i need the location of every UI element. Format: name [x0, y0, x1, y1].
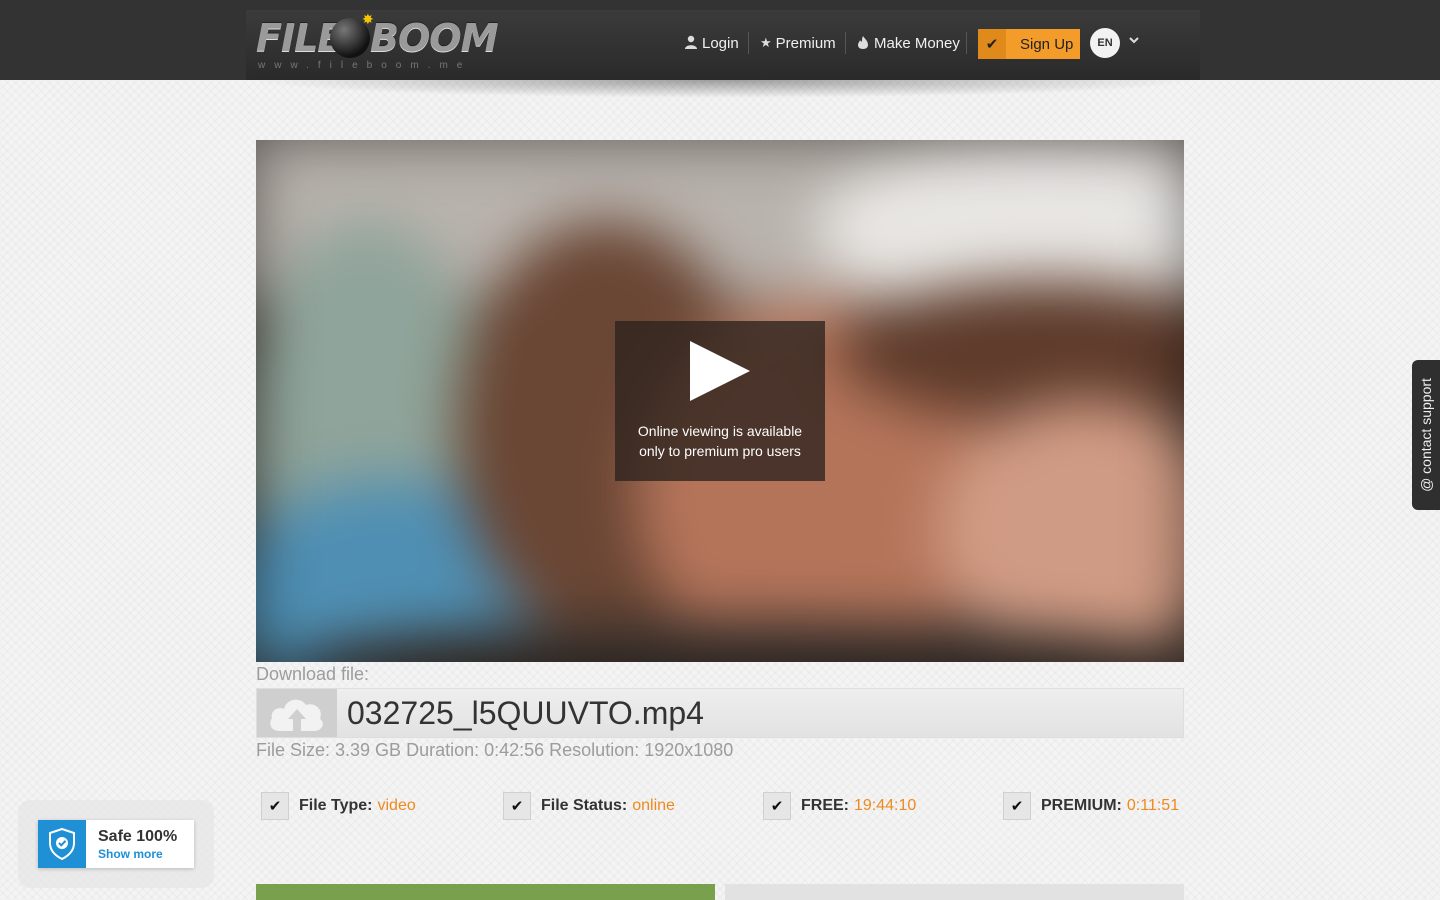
site-logo[interactable]: FILE ✸ BOOM www.fileboom.me	[256, 12, 498, 72]
nav-make-money[interactable]: Make Money	[856, 31, 960, 55]
check-icon: ✔	[763, 792, 791, 820]
fast-download-button[interactable]	[725, 884, 1184, 900]
file-meta: File Size: 3.39 GB Duration: 0:42:56 Res…	[256, 740, 734, 760]
shield-check-icon	[38, 820, 86, 868]
stat-key: FREE:	[801, 797, 849, 814]
nav-login-label: Login	[702, 34, 739, 52]
stat-free: ✔ FREE: 19:44:10	[763, 791, 916, 821]
stat-value: 0:11:51	[1126, 797, 1180, 814]
safe-badge[interactable]: Safe 100% Show more	[38, 820, 194, 868]
safe-badge-title: Safe 100%	[98, 828, 178, 845]
check-icon: ✔	[261, 792, 289, 820]
nav-premium[interactable]: ★ Premium	[760, 31, 836, 55]
stat-key: PREMIUM:	[1041, 797, 1122, 814]
play-icon[interactable]	[690, 341, 750, 401]
logo-word-boom: BOOM	[370, 16, 498, 60]
check-icon: ✔	[503, 792, 531, 820]
premium-message-line1: Online viewing is available	[637, 423, 803, 439]
star-icon: ★	[760, 35, 772, 50]
nav-login[interactable]: Login	[684, 31, 739, 55]
download-file-bar[interactable]: 032725_l5QUUVTO.mp4	[256, 688, 1184, 738]
stat-value: video	[377, 797, 416, 814]
language-selector[interactable]: EN	[1090, 28, 1120, 58]
stat-key: File Status:	[541, 797, 628, 814]
user-icon	[684, 35, 698, 52]
premium-only-message: Online viewing is available only to prem…	[615, 421, 825, 461]
header-shadow	[246, 80, 1200, 98]
chevron-down-icon[interactable]	[1128, 34, 1140, 48]
check-icon: ✔	[1003, 792, 1031, 820]
nav-divider	[966, 32, 967, 54]
nav-divider	[845, 32, 846, 54]
video-preview[interactable]: Online viewing is available only to prem…	[256, 140, 1184, 662]
sign-up-label: Sign Up	[1020, 35, 1074, 53]
check-icon: ✔	[978, 29, 1006, 59]
stat-key: File Type:	[299, 797, 373, 814]
logo-url: www.fileboom.me	[258, 60, 472, 71]
stat-value: online	[632, 797, 675, 814]
play-overlay[interactable]: Online viewing is available only to prem…	[615, 321, 825, 481]
nav-make-money-label: Make Money	[874, 34, 960, 52]
download-label: Download file:	[256, 664, 370, 684]
stat-file-type: ✔ File Type: video	[261, 791, 416, 821]
stat-file-status: ✔ File Status: online	[503, 791, 675, 821]
nav-divider	[748, 32, 749, 54]
contact-support-label: @ contact support	[1418, 378, 1434, 492]
contact-support-tab[interactable]: @ contact support	[1412, 360, 1440, 510]
flame-icon	[856, 35, 870, 52]
sign-up-button[interactable]: ✔ Sign Up	[978, 29, 1080, 59]
file-name: 032725_l5QUUVTO.mp4	[347, 695, 704, 731]
slow-download-button[interactable]	[256, 884, 715, 900]
cloud-upload-icon	[257, 689, 337, 737]
stat-value: 19:44:10	[854, 797, 917, 814]
show-more-link[interactable]: Show more	[98, 847, 163, 861]
premium-message-line2: only to premium pro users	[639, 443, 801, 459]
safe-badge-widget: Safe 100% Show more	[18, 800, 214, 888]
nav-premium-label: Premium	[775, 34, 836, 52]
stat-premium: ✔ PREMIUM: 0:11:51	[1003, 791, 1179, 821]
